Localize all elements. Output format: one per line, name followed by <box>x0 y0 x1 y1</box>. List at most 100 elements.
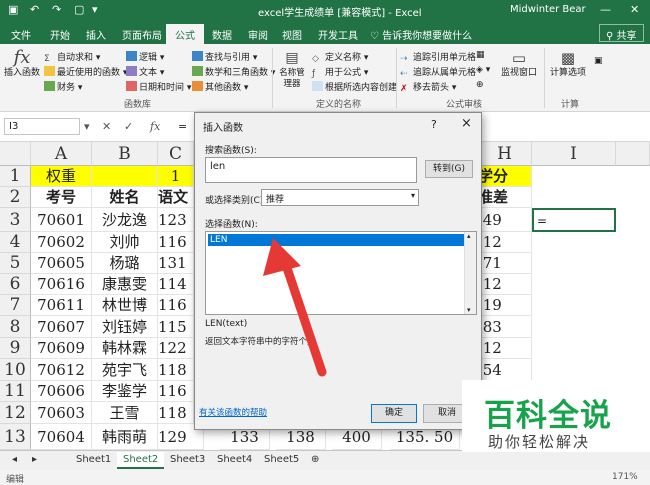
table-cell[interactable]: 70611 <box>31 295 92 316</box>
scroll-down-icon[interactable]: ▾ <box>467 306 471 314</box>
row-header[interactable]: 12 <box>0 402 31 424</box>
table-cell[interactable]: 123 <box>158 208 194 232</box>
table-cell[interactable]: 70607 <box>31 316 92 338</box>
tab-formulas[interactable]: 公式 <box>166 24 204 44</box>
row-header[interactable]: 8 <box>0 316 31 338</box>
table-cell[interactable]: .54 <box>478 359 532 381</box>
table-cell[interactable]: 118 <box>158 402 194 424</box>
tab-insert[interactable]: 插入 <box>86 27 106 42</box>
name-box-dropdown-icon[interactable]: ▾ <box>84 120 90 133</box>
row-header[interactable]: 4 <box>0 232 31 253</box>
table-cell[interactable]: .71 <box>478 253 532 274</box>
tab-view[interactable]: 视图 <box>282 27 302 42</box>
column-header-c[interactable]: C <box>158 142 194 166</box>
zoom-level[interactable]: 171% <box>612 472 638 482</box>
table-cell[interactable]: 70616 <box>31 274 92 295</box>
table-cell[interactable]: 林世博 <box>92 295 158 316</box>
create-from-selection-button[interactable]: 根据所选内容创建 <box>312 80 397 93</box>
autosum-button[interactable]: Σ 自动求和 ▾ <box>44 50 100 64</box>
more-functions-button[interactable]: 其他函数 ▾ <box>192 80 248 93</box>
sheet-tab[interactable]: Sheet1 <box>70 452 117 469</box>
table-cell[interactable]: 116 <box>158 381 194 402</box>
dialog-close-button[interactable]: × <box>461 116 472 131</box>
date-time-button[interactable]: 日期和时间 ▾ <box>126 80 191 93</box>
sheet-tab[interactable]: Sheet4 <box>211 452 258 469</box>
name-box[interactable]: I3 <box>4 118 80 135</box>
redo-icon[interactable]: ↷ <box>52 3 61 16</box>
table-cell[interactable]: 116 <box>158 232 194 253</box>
use-in-formula-button[interactable]: ƒ 用于公式 ▾ <box>312 65 368 79</box>
table-cell[interactable]: 70604 <box>31 424 92 450</box>
calc-options-button[interactable]: ▩ 计算选项 <box>546 48 590 79</box>
table-cell[interactable]: 沙龙逸 <box>92 208 158 232</box>
scroll-up-icon[interactable]: ▴ <box>467 232 471 240</box>
search-input[interactable]: len <box>205 157 417 183</box>
share-button[interactable]: ⚲ 共享 <box>599 24 644 42</box>
table-cell[interactable]: 70601 <box>31 208 92 232</box>
table-cell[interactable]: 韩林霖 <box>92 338 158 359</box>
function-help-link[interactable]: 有关该函数的帮助 <box>199 406 267 418</box>
active-cell-i3[interactable]: = <box>532 208 616 232</box>
row-header[interactable]: 1 <box>0 166 31 187</box>
cell-h1[interactable]: 学分 <box>478 166 532 187</box>
function-list-item[interactable]: LEN <box>208 234 464 246</box>
formula-input[interactable]: = <box>178 120 187 133</box>
ok-button[interactable]: 确定 <box>371 404 417 423</box>
row-header[interactable]: 10 <box>0 359 31 381</box>
table-cell[interactable]: 118 <box>158 359 194 381</box>
cell-c1[interactable]: 1 <box>158 166 194 187</box>
tab-home[interactable]: 开始 <box>50 27 70 42</box>
save-icon[interactable]: ▣ <box>8 3 18 16</box>
tell-me-box[interactable]: ♡ 告诉我你想要做什么 <box>370 27 472 42</box>
tab-review[interactable]: 审阅 <box>248 27 268 42</box>
cell-h2[interactable]: 准差 <box>478 187 532 208</box>
name-manager-button[interactable]: ▤ 名称管理器 <box>276 48 308 90</box>
trace-precedents-button[interactable]: ⇢ 追踪引用单元格 <box>400 50 476 64</box>
list-scrollbar[interactable]: ▴ ▾ <box>464 232 476 314</box>
recent-functions-button[interactable]: 最近使用的函数 ▾ <box>44 65 127 78</box>
table-cell[interactable]: 韩雨萌 <box>92 424 158 450</box>
table-cell[interactable]: .12 <box>478 338 532 359</box>
sheet-tab-active[interactable]: Sheet2 <box>117 452 165 469</box>
row-header[interactable]: 6 <box>0 274 31 295</box>
cell-a1[interactable]: 权重 <box>31 166 92 187</box>
enter-icon[interactable]: ✓ <box>124 120 133 133</box>
trace-dependents-button[interactable]: ⇠ 追踪从属单元格 <box>400 65 476 79</box>
table-cell[interactable]: 王雪 <box>92 402 158 424</box>
table-cell[interactable]: 70602 <box>31 232 92 253</box>
table-cell[interactable]: .12 <box>478 274 532 295</box>
undo-icon[interactable]: ↶ <box>30 3 39 16</box>
tab-page-layout[interactable]: 页面布局 <box>122 27 162 42</box>
sheet-tab[interactable]: Sheet3 <box>164 452 211 469</box>
remove-arrows-button[interactable]: ✗ 移去箭头 ▾ <box>400 80 456 94</box>
watch-window-button[interactable]: ▭ 监视窗口 <box>498 48 540 79</box>
tab-data[interactable]: 数据 <box>212 27 232 42</box>
function-list[interactable]: LEN ▴ ▾ <box>205 231 477 315</box>
error-checking-icon[interactable]: ◈ ▾ <box>476 65 490 75</box>
cell-c2[interactable]: 语文 <box>158 187 194 208</box>
select-all-corner[interactable] <box>0 142 31 166</box>
row-header[interactable]: 9 <box>0 338 31 359</box>
show-formulas-icon[interactable]: ▦ <box>476 50 485 60</box>
table-cell[interactable]: 70603 <box>31 402 92 424</box>
table-cell[interactable]: 70612 <box>31 359 92 381</box>
table-cell[interactable]: .12 <box>478 232 532 253</box>
table-cell[interactable]: 115 <box>158 316 194 338</box>
column-header-i[interactable]: I <box>532 142 616 166</box>
sheet-scroll-left-icon[interactable]: ◂ <box>6 452 23 469</box>
table-cell[interactable]: .19 <box>478 295 532 316</box>
insert-function-button[interactable]: fx 插入函数 <box>4 48 40 79</box>
insert-function-icon[interactable]: fx <box>150 120 160 133</box>
row-header[interactable]: 2 <box>0 187 31 208</box>
minimize-icon[interactable]: — <box>600 3 611 16</box>
cancel-icon[interactable]: ✕ <box>102 120 111 133</box>
table-cell[interactable]: 70606 <box>31 381 92 402</box>
lookup-reference-button[interactable]: 查找与引用 ▾ <box>192 50 257 63</box>
sheet-tab[interactable]: Sheet5 <box>258 452 305 469</box>
financial-button[interactable]: 财务 ▾ <box>44 80 82 93</box>
sheet-scroll-right-icon[interactable]: ▸ <box>26 452 43 469</box>
text-button[interactable]: 文本 ▾ <box>126 65 164 78</box>
table-cell[interactable]: .83 <box>478 316 532 338</box>
define-name-button[interactable]: ◇ 定义名称 ▾ <box>312 50 368 64</box>
row-header[interactable]: 13 <box>0 424 31 450</box>
